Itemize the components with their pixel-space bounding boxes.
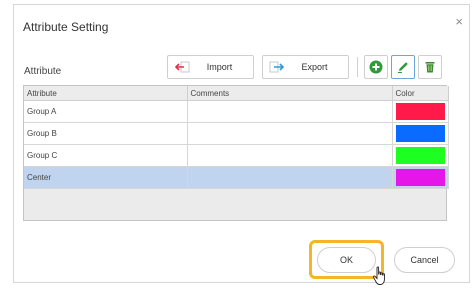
column-header-attribute[interactable]: Attribute — [24, 86, 188, 101]
comments-cell[interactable] — [187, 122, 393, 145]
attribute-cell[interactable]: Center — [24, 166, 188, 189]
delete-icon — [425, 62, 435, 73]
import-label: Import — [206, 62, 233, 72]
table-row[interactable]: Group B — [24, 122, 449, 145]
color-swatch[interactable] — [395, 169, 445, 186]
add-button[interactable] — [364, 55, 388, 79]
color-cell[interactable] — [392, 166, 449, 189]
color-swatch[interactable] — [395, 103, 445, 120]
export-button[interactable]: Export — [262, 55, 349, 79]
attribute-section-label: Attribute — [24, 66, 62, 77]
color-cell[interactable] — [392, 100, 449, 123]
dialog-title: Attribute Setting — [23, 20, 109, 34]
color-cell[interactable] — [392, 144, 449, 167]
comments-cell[interactable] — [187, 144, 393, 167]
table-row[interactable]: Group A — [24, 100, 449, 123]
ok-button[interactable]: OK — [317, 247, 376, 273]
color-cell[interactable] — [392, 122, 449, 145]
table-row-selected[interactable]: Center — [24, 166, 449, 189]
export-icon — [267, 60, 287, 74]
cancel-button[interactable]: Cancel — [394, 247, 455, 273]
attribute-cell[interactable]: Group C — [24, 144, 188, 167]
toolbar-divider — [357, 57, 358, 77]
delete-button[interactable] — [418, 55, 442, 79]
edit-icon — [398, 62, 408, 73]
close-icon[interactable]: × — [455, 15, 463, 28]
comments-cell[interactable] — [187, 100, 393, 123]
attribute-table: Attribute Comments Color Group A Group B… — [23, 85, 449, 221]
add-icon — [369, 60, 383, 74]
comments-cell[interactable] — [187, 166, 393, 189]
edit-button[interactable] — [391, 55, 415, 79]
export-label: Export — [301, 62, 328, 72]
color-swatch[interactable] — [395, 147, 445, 164]
column-header-comments[interactable]: Comments — [187, 86, 393, 101]
column-header-color[interactable]: Color — [392, 86, 449, 101]
table-row[interactable]: Group C — [24, 144, 449, 167]
attribute-cell[interactable]: Group B — [24, 122, 188, 145]
color-swatch[interactable] — [395, 125, 445, 142]
hand-cursor-icon — [372, 266, 385, 285]
attribute-cell[interactable]: Group A — [24, 100, 188, 123]
import-button[interactable]: Import — [167, 55, 254, 79]
import-icon — [172, 60, 192, 74]
